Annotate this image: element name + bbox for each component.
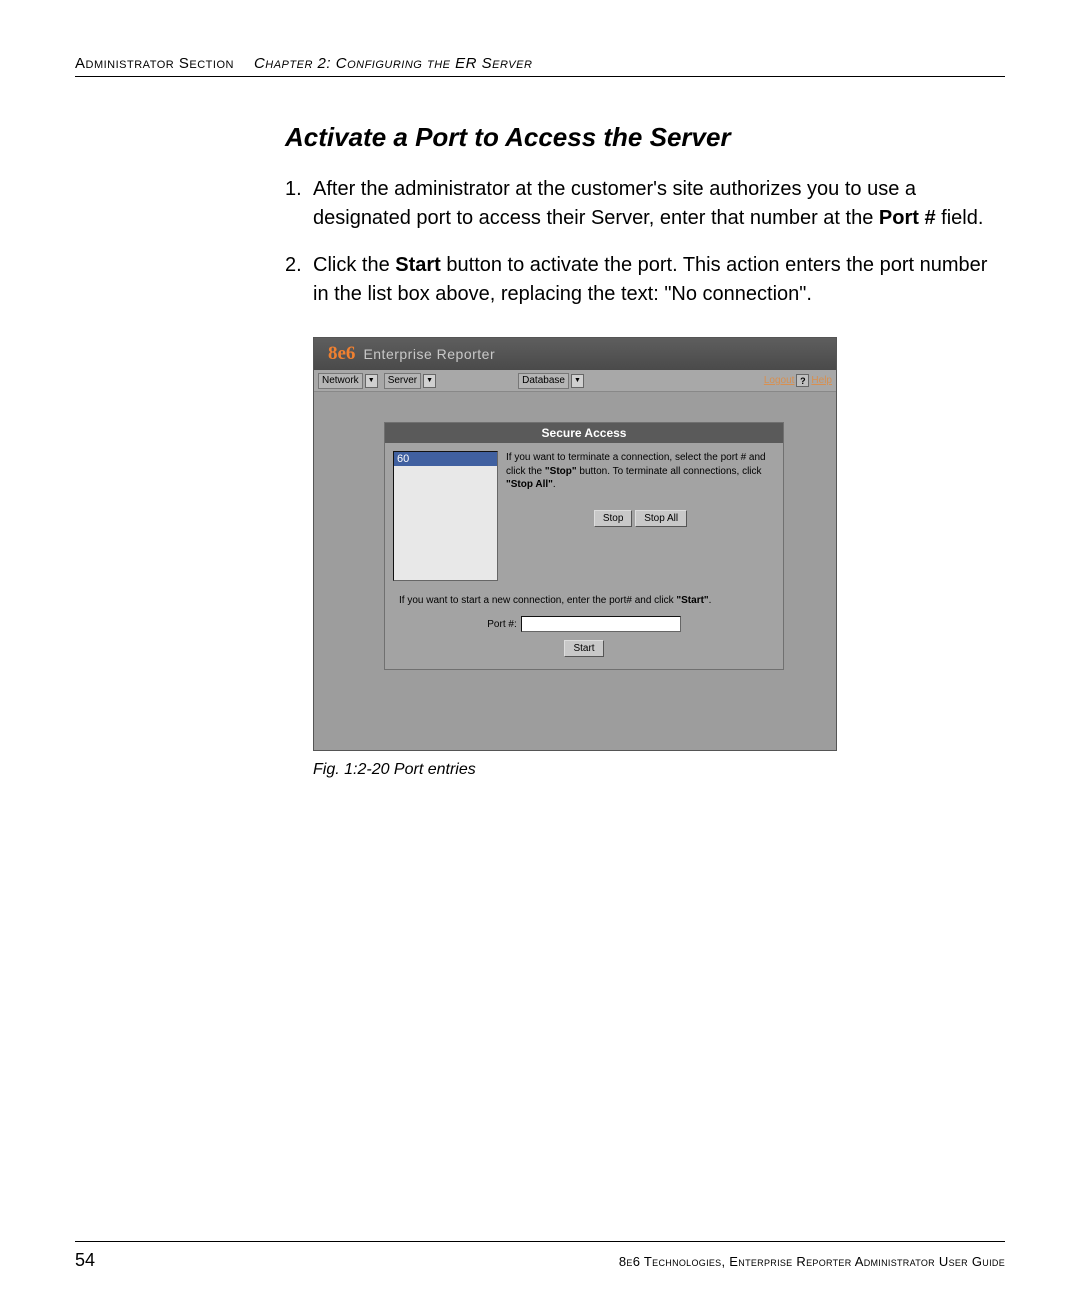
- app-logo: 8e6: [328, 343, 355, 365]
- footer-text: 8e6 Technologies, Enterprise Reporter Ad…: [619, 1254, 1005, 1269]
- secure-access-panel: Secure Access 60 If you want to terminat…: [384, 422, 784, 670]
- stop-instructions: If you want to terminate a connection, s…: [506, 451, 775, 581]
- dropdown-arrow-icon[interactable]: ▼: [423, 374, 436, 388]
- help-link[interactable]: Help: [811, 375, 832, 386]
- instruction-list: 1. After the administrator at the custom…: [285, 175, 1005, 309]
- list-text: Click the Start button to activate the p…: [313, 251, 1005, 309]
- list-number: 2.: [285, 251, 313, 309]
- start-hint: If you want to start a new connection, e…: [395, 595, 773, 606]
- app-window: 8e6 Enterprise Reporter Network ▼ Server…: [313, 337, 837, 751]
- port-list-item[interactable]: 60: [394, 452, 497, 466]
- panel-title: Secure Access: [385, 423, 783, 443]
- stop-button[interactable]: Stop: [594, 510, 633, 527]
- page-header: Administrator Section Chapter 2: Configu…: [75, 55, 1005, 77]
- stop-all-button[interactable]: Stop All: [635, 510, 687, 527]
- list-text: After the administrator at the customer'…: [313, 175, 1005, 233]
- list-number: 1.: [285, 175, 313, 233]
- menu-database[interactable]: Database: [518, 373, 569, 389]
- page-number: 54: [75, 1250, 95, 1271]
- menu-server[interactable]: Server: [384, 373, 421, 389]
- help-icon[interactable]: ?: [796, 374, 809, 387]
- header-chapter: Chapter 2: Configuring the ER Server: [254, 55, 532, 72]
- port-input[interactable]: [521, 616, 681, 632]
- port-label: Port #:: [487, 619, 516, 630]
- page-footer: 54 8e6 Technologies, Enterprise Reporter…: [75, 1241, 1005, 1271]
- figure-caption: Fig. 1:2-20 Port entries: [313, 761, 1005, 779]
- app-menubar: Network ▼ Server ▼ Database ▼ Logout ? H…: [314, 370, 836, 392]
- dropdown-arrow-icon[interactable]: ▼: [365, 374, 378, 388]
- port-listbox[interactable]: 60: [393, 451, 498, 581]
- section-heading: Activate a Port to Access the Server: [285, 122, 1005, 153]
- logout-link[interactable]: Logout: [764, 375, 795, 386]
- list-item: 1. After the administrator at the custom…: [285, 175, 1005, 233]
- start-button[interactable]: Start: [564, 640, 603, 657]
- dropdown-arrow-icon[interactable]: ▼: [571, 374, 584, 388]
- app-titlebar: 8e6 Enterprise Reporter: [314, 338, 836, 370]
- app-logo-subtitle: Enterprise Reporter: [363, 346, 495, 362]
- list-item: 2. Click the Start button to activate th…: [285, 251, 1005, 309]
- app-body: Secure Access 60 If you want to terminat…: [314, 392, 836, 750]
- header-section: Administrator Section: [75, 55, 234, 72]
- menu-network[interactable]: Network: [318, 373, 363, 389]
